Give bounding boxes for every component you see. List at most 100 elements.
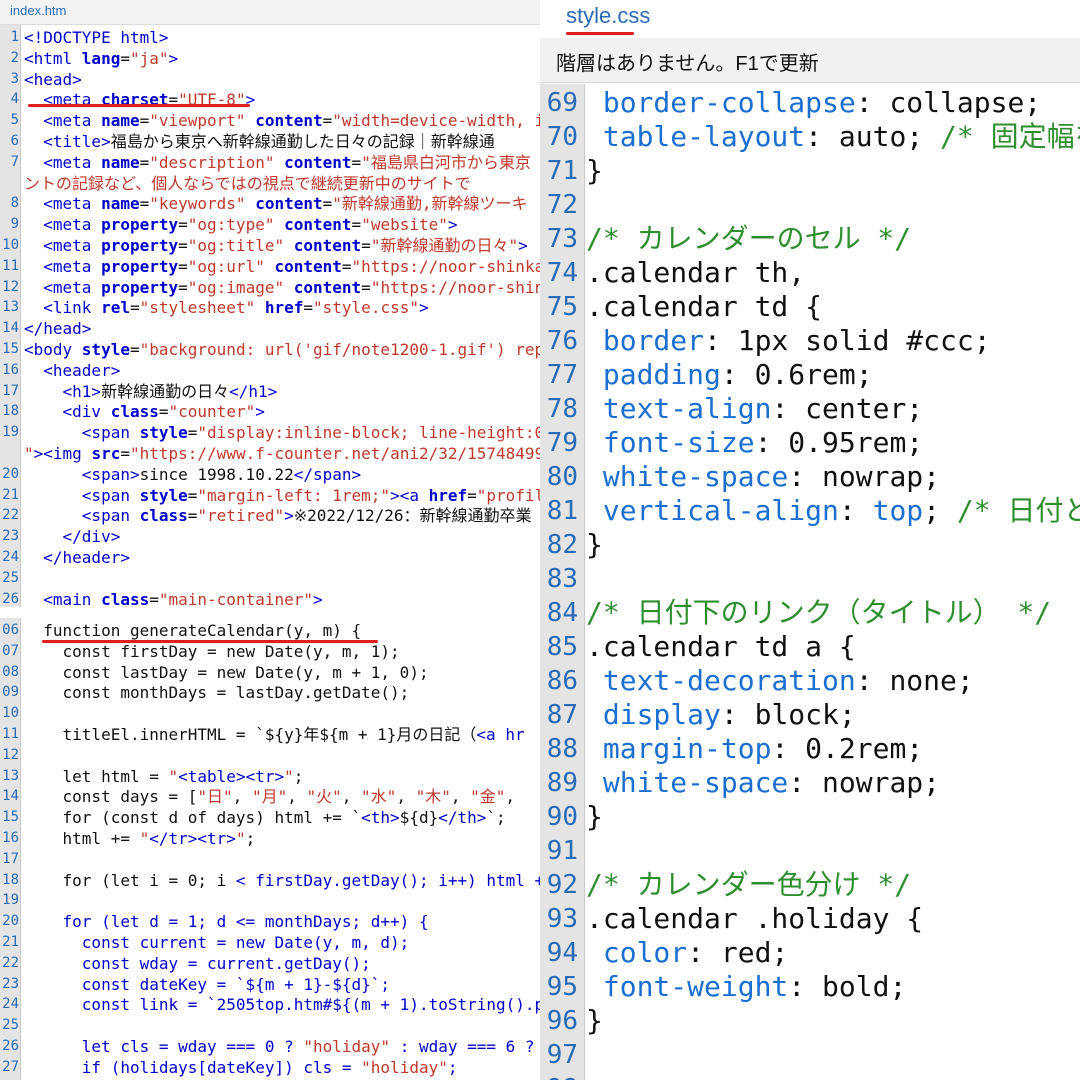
css-code-pane[interactable]: 69 border-collapse: collapse; 70 table-la…: [540, 84, 1080, 1080]
code-line[interactable]: 92 /* カレンダー色分け */: [540, 868, 1080, 902]
code-line[interactable]: 72: [540, 188, 1080, 222]
code-line[interactable]: 10 <meta property="og:title" content="新幹…: [0, 235, 540, 256]
html-code-pane[interactable]: 1 <!DOCTYPE html> 2 <html lang="ja"> 3 <head>…: [0, 25, 540, 607]
code-line[interactable]: 8 <meta name="keywords" content="新幹線通勤,新…: [0, 193, 540, 214]
code-token: href: [428, 485, 468, 505]
code-token: ><img: [33, 444, 92, 463]
code-line[interactable]: 17 <h1>新幹線通勤の日々</h1>: [0, 381, 540, 402]
code-line[interactable]: 22 const wday = current.getDay();: [0, 953, 540, 974]
code-line[interactable]: 19 <span style="display:inline-block; li…: [0, 422, 540, 443]
code-token: : bold;: [788, 970, 907, 1003]
code-token: <span: [81, 506, 140, 526]
code-line[interactable]: 98: [540, 1072, 1080, 1080]
code-token: </head>: [24, 319, 92, 339]
code-line[interactable]: 26 let cls = wday === 0 ? "holiday" : wd…: [0, 1036, 540, 1057]
code-line[interactable]: 82}: [540, 528, 1080, 562]
code-line[interactable]: 12 <meta property="og:image" content="ht…: [0, 277, 540, 298]
code-line[interactable]: 25: [0, 568, 540, 589]
code-line[interactable]: 06 function generateCalendar(y, m) {: [0, 620, 540, 641]
code-line[interactable]: 85 .calendar td a {: [540, 630, 1080, 664]
code-line[interactable]: 70 table-layout: auto; /* 固定幅を: [540, 120, 1080, 154]
code-line[interactable]: 2 <html lang="ja">: [0, 48, 540, 69]
code-line[interactable]: 20 for (let d = 1; d <= monthDays; d++) …: [0, 911, 540, 932]
code-token: .calendar th,: [586, 256, 806, 289]
code-line[interactable]: 25: [0, 1015, 540, 1036]
code-line[interactable]: 26 <main class="main-container">: [0, 589, 540, 607]
code-line[interactable]: 08 const lastDay = new Date(y, m + 1, 0)…: [0, 662, 540, 683]
code-line[interactable]: 09 const monthDays = lastDay.getDate();: [0, 682, 540, 703]
code-line[interactable]: 11 <meta property="og:url" content="http…: [0, 256, 540, 277]
code-line[interactable]: 16 <header>: [0, 360, 540, 381]
code-line[interactable]: 73 /* カレンダーのセル */: [540, 222, 1080, 256]
code-line[interactable]: 23 </div>: [0, 526, 540, 547]
code-token: =: [351, 152, 362, 172]
code-line[interactable]: 16 html += "</tr><tr>";: [0, 828, 540, 849]
code-line[interactable]: 24 const link = `2505top.htm#${(m + 1).t…: [0, 994, 540, 1015]
code-line[interactable]: "><img src="https://www.f-counter.net/an…: [0, 443, 540, 464]
code-line[interactable]: 15 <body style="background: url('gif/note…: [0, 339, 540, 360]
code-line[interactable]: 12: [0, 745, 540, 766]
code-line[interactable]: ントの記録など、個人ならではの視点で継続更新中のサイトで: [0, 173, 540, 194]
code-line[interactable]: 22 <span class="retired">※2022/12/26：新幹線…: [0, 505, 540, 526]
code-line[interactable]: 89 white-space: nowrap;: [540, 766, 1080, 800]
code-line[interactable]: 94 color: red;: [540, 936, 1080, 970]
code-line[interactable]: 93 .calendar .holiday {: [540, 902, 1080, 936]
code-line[interactable]: 20 <span>since 1998.10.22</span>: [0, 464, 540, 485]
code-line[interactable]: 18 for (let i = 0; i < firstDay.getDay()…: [0, 870, 540, 891]
code-line[interactable]: 13 <link rel="stylesheet" href="style.cs…: [0, 297, 540, 318]
code-line[interactable]: 87 display: block;: [540, 698, 1080, 732]
code-line[interactable]: 5 <meta name="viewport" content="width=d…: [0, 110, 540, 131]
line-number: 69: [546, 88, 578, 118]
code-line[interactable]: 76 border: 1px solid #ccc;: [540, 324, 1080, 358]
code-line[interactable]: 4 <meta charset="UTF-8">: [0, 89, 540, 110]
code-token: <body: [24, 340, 82, 359]
code-line[interactable]: 97: [540, 1038, 1080, 1072]
code-line[interactable]: 07 const firstDay = new Date(y, m, 1);: [0, 641, 540, 662]
code-line[interactable]: 21 <span style="margin-left: 1rem;"><a h…: [0, 485, 540, 506]
code-text: "><img src="https://www.f-counter.net/an…: [24, 443, 540, 464]
code-line[interactable]: 23 const dateKey = `${m + 1}-${d}`;: [0, 974, 540, 995]
line-number: 71: [546, 156, 578, 186]
code-line[interactable]: 9 <meta property="og:type" content="webs…: [0, 214, 540, 235]
code-line[interactable]: 78 text-align: center;: [540, 392, 1080, 426]
code-line[interactable]: 14 const days = ["日", "月", "火", "水", "木"…: [0, 786, 540, 807]
code-line[interactable]: 83: [540, 562, 1080, 596]
code-line[interactable]: 18 <div class="counter">: [0, 401, 540, 422]
code-line[interactable]: 95 font-weight: bold;: [540, 970, 1080, 1004]
code-line[interactable]: 14 </head>: [0, 318, 540, 339]
code-line[interactable]: 90}: [540, 800, 1080, 834]
code-token: content: [293, 236, 362, 255]
code-line[interactable]: 1 <!DOCTYPE html>: [0, 27, 540, 48]
code-line[interactable]: 69 border-collapse: collapse;: [540, 86, 1080, 120]
tab-style-css[interactable]: style.css: [566, 3, 650, 29]
code-line[interactable]: 27 if (holidays[dateKey]) cls = "holiday…: [0, 1057, 540, 1078]
code-line[interactable]: 24 </header>: [0, 547, 540, 568]
code-line[interactable]: 74 .calendar th,: [540, 256, 1080, 290]
code-line[interactable]: 13 let html = "<table><tr>";: [0, 766, 540, 787]
code-line[interactable]: 91: [540, 834, 1080, 868]
code-line[interactable]: 77 padding: 0.6rem;: [540, 358, 1080, 392]
code-token: : 1px solid #ccc;: [704, 324, 991, 357]
code-line[interactable]: 6 <title>福島から東京へ新幹線通勤した日々の記録｜新幹線通: [0, 131, 540, 152]
code-line[interactable]: 96}: [540, 1004, 1080, 1038]
code-line[interactable]: 84 /* 日付下のリンク（タイトル） */: [540, 596, 1080, 630]
code-line[interactable]: 81 vertical-align: top; /* 日付と: [540, 494, 1080, 528]
code-line[interactable]: 3 <head>: [0, 69, 540, 90]
js-code-pane[interactable]: 06 function generateCalendar(y, m) {07 c…: [0, 618, 540, 1080]
code-line[interactable]: 11 titleEl.innerHTML = `${y}年${m + 1}月の日…: [0, 724, 540, 745]
code-line[interactable]: 71}: [540, 154, 1080, 188]
line-number: 3: [10, 70, 19, 87]
tab-index-htm[interactable]: index.htm: [10, 3, 66, 18]
code-line[interactable]: 88 margin-top: 0.2rem;: [540, 732, 1080, 766]
code-line[interactable]: 10: [0, 703, 540, 724]
code-line[interactable]: 21 const current = new Date(y, m, d);: [0, 932, 540, 953]
code-line[interactable]: 86 text-decoration: none;: [540, 664, 1080, 698]
code-line[interactable]: 15 for (const d of days) html += `<th>${…: [0, 807, 540, 828]
code-line[interactable]: 80 white-space: nowrap;: [540, 460, 1080, 494]
line-number: 76: [546, 326, 578, 356]
code-line[interactable]: 79 font-size: 0.95rem;: [540, 426, 1080, 460]
code-line[interactable]: 7 <meta name="description" content="福島県白…: [0, 152, 540, 173]
code-line[interactable]: 19: [0, 890, 540, 911]
code-line[interactable]: 75 .calendar td {: [540, 290, 1080, 324]
code-line[interactable]: 17: [0, 849, 540, 870]
